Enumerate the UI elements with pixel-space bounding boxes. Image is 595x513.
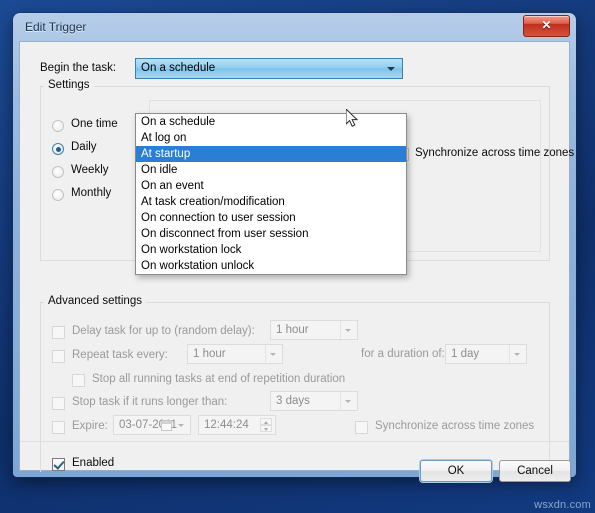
advanced-settings-legend: Advanced settings	[44, 295, 146, 307]
expire-synchronize-label: Synchronize across time zones	[375, 420, 535, 432]
radio-indicator	[52, 189, 64, 201]
checkbox-indicator[interactable]	[355, 421, 368, 434]
begin-task-row: Begin the task: On a schedule	[40, 58, 550, 80]
window-title: Edit Trigger	[25, 20, 87, 34]
radio-indicator	[52, 166, 64, 178]
begin-task-combobox[interactable]: On a schedule	[135, 58, 403, 79]
radio-one-time[interactable]: One time	[52, 116, 144, 139]
expire-time-value: 12:44:24	[204, 419, 249, 431]
radio-monthly[interactable]: Monthly	[52, 185, 144, 208]
field-separator	[265, 345, 266, 363]
edit-trigger-dialog: Edit Trigger ✕ Begin the task: On a sche…	[13, 13, 576, 482]
cancel-button[interactable]: Cancel	[499, 460, 571, 482]
expire-label: Expire:	[72, 420, 108, 432]
ok-button[interactable]: OK	[420, 460, 492, 482]
dropdown-option-on-disconnect-from-user-session[interactable]: On disconnect from user session	[136, 226, 406, 242]
title-bar[interactable]: Edit Trigger ✕	[13, 13, 576, 41]
dropdown-option-at-task-creation-modification[interactable]: At task creation/modification	[136, 194, 406, 210]
delay-task-label: Delay task for up to (random delay):	[72, 325, 255, 337]
dropdown-option-on-connection-to-user-session[interactable]: On connection to user session	[136, 210, 406, 226]
delay-task-combobox[interactable]: 1 hour	[270, 320, 358, 340]
duration-label: for a duration of:	[361, 348, 445, 360]
duration-value: 1 day	[451, 348, 480, 360]
radio-label: One time	[71, 118, 118, 130]
stop-repetition-label: Stop all running tasks at end of repetit…	[92, 373, 346, 385]
delay-task-value: 1 hour	[276, 324, 309, 336]
checkbox-indicator[interactable]	[52, 397, 65, 410]
field-separator	[509, 345, 510, 363]
dropdown-option-on-workstation-unlock[interactable]: On workstation unlock	[136, 258, 406, 274]
settings-legend: Settings	[44, 79, 94, 91]
radio-indicator	[52, 120, 64, 132]
radio-label: Daily	[71, 141, 97, 153]
radio-daily[interactable]: Daily	[52, 139, 144, 162]
checkbox-indicator[interactable]	[52, 421, 65, 434]
radio-label: Weekly	[71, 164, 109, 176]
close-icon[interactable]: ✕	[523, 15, 570, 37]
radio-indicator	[52, 143, 64, 155]
dropdown-option-at-startup[interactable]: At startup	[136, 146, 406, 162]
dropdown-option-on-idle[interactable]: On idle	[136, 162, 406, 178]
desktop-watermark: wsxdn.com	[534, 499, 591, 511]
footer-divider	[20, 441, 569, 442]
field-separator	[340, 321, 341, 339]
expire-date-picker[interactable]: 03-07-2011	[113, 415, 191, 435]
chevron-down-icon	[514, 353, 520, 356]
begin-task-value: On a schedule	[141, 62, 216, 74]
spinner-down-icon[interactable]	[260, 425, 272, 432]
calendar-icon	[161, 420, 172, 431]
radio-label: Monthly	[71, 187, 112, 199]
checkbox-indicator[interactable]	[52, 350, 65, 363]
repeat-interval-combobox[interactable]: 1 hour	[187, 344, 283, 364]
duration-combobox[interactable]: 1 day	[445, 344, 527, 364]
dropdown-option-at-log-on[interactable]: At log on	[136, 130, 406, 146]
stop-task-duration-value: 3 days	[276, 395, 310, 407]
chevron-down-icon	[345, 400, 351, 403]
field-separator	[340, 392, 341, 410]
chevron-down-icon	[178, 424, 184, 427]
stop-task-label: Stop task if it runs longer than:	[72, 396, 228, 408]
dropdown-option-on-an-event[interactable]: On an event	[136, 178, 406, 194]
synchronize-timezones-label: Synchronize across time zones	[415, 147, 575, 159]
spinner-arrows-icon[interactable]	[260, 418, 272, 433]
dialog-client-area: Begin the task: On a schedule Settings O…	[19, 41, 574, 482]
repeat-task-label: Repeat task every:	[72, 349, 168, 361]
checkbox-indicator[interactable]	[72, 374, 85, 387]
spinner-up-icon[interactable]	[260, 418, 272, 425]
enabled-label: Enabled	[72, 457, 115, 469]
expire-time-spinner[interactable]: 12:44:24	[198, 415, 276, 435]
chevron-down-icon	[345, 329, 351, 332]
radio-weekly[interactable]: Weekly	[52, 162, 144, 185]
stop-task-duration-combobox[interactable]: 3 days	[270, 391, 358, 411]
checkbox-indicator[interactable]	[52, 458, 65, 471]
begin-task-label: Begin the task:	[40, 62, 117, 74]
begin-task-dropdown-list[interactable]: On a schedule At log on At startup On id…	[135, 113, 407, 275]
repeat-interval-value: 1 hour	[193, 348, 226, 360]
chevron-down-icon	[387, 67, 395, 71]
schedule-frequency-radiogroup: One time Daily Weekly Monthly	[52, 116, 144, 208]
checkbox-indicator[interactable]	[52, 326, 65, 339]
chevron-down-icon	[270, 353, 276, 356]
dropdown-option-on-workstation-lock[interactable]: On workstation lock	[136, 242, 406, 258]
dropdown-option-on-a-schedule[interactable]: On a schedule	[136, 114, 406, 130]
